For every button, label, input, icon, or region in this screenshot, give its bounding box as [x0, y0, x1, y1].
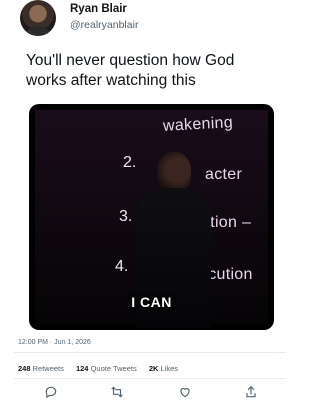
- retweet-icon[interactable]: [110, 385, 124, 399]
- video-player[interactable]: wakening 2. acter 3. ation – 4. ecution …: [29, 104, 274, 330]
- tweet-timestamp[interactable]: 12:00 PM · Jun 1, 2026: [18, 339, 91, 346]
- avatar[interactable]: [20, 0, 56, 36]
- video-caption: I CAN: [131, 294, 172, 310]
- like-icon[interactable]: [178, 385, 192, 399]
- video-frame[interactable]: wakening 2. acter 3. ation – 4. ecution: [35, 110, 268, 328]
- tweet-stats: 248 Retweets 124 Quote Tweets 2K Likes: [18, 364, 188, 373]
- likes-stat[interactable]: 2K Likes: [149, 364, 178, 373]
- reply-icon[interactable]: [44, 385, 58, 399]
- quotes-stat[interactable]: 124 Quote Tweets: [76, 364, 137, 373]
- tweet-actions: [22, 385, 282, 399]
- tweet-text: You'll never question how God works afte…: [26, 52, 235, 89]
- retweets-stat[interactable]: 248 Retweets: [18, 364, 64, 373]
- divider: [14, 378, 286, 379]
- author-handle[interactable]: @realryanblair: [70, 19, 138, 31]
- slide-word: wakening: [162, 114, 234, 135]
- share-icon[interactable]: [244, 385, 258, 399]
- tweet-header: Ryan Blair @realryanblair: [20, 0, 290, 42]
- divider: [14, 352, 286, 353]
- author-name[interactable]: Ryan Blair: [70, 3, 127, 15]
